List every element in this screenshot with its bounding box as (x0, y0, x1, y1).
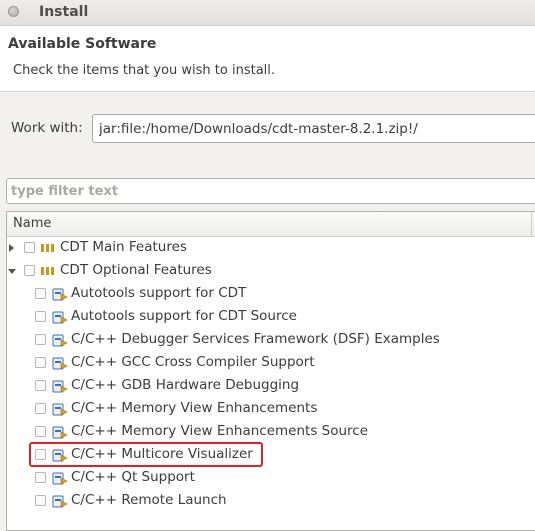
collapse-arrow-icon[interactable] (8, 269, 16, 274)
feature-label: C/C++ Memory View Enhancements (71, 400, 318, 416)
category-label: CDT Optional Features (60, 262, 212, 278)
page-title: Available Software (8, 36, 157, 52)
feature-row[interactable]: Autotools support for CDT (7, 283, 535, 306)
window-title: Install (39, 4, 89, 20)
column-separator (531, 212, 532, 236)
feature-label: C/C++ Debugger Services Framework (DSF) … (71, 331, 440, 347)
feature-plugin-icon (52, 472, 68, 485)
category-row[interactable]: CDT Optional Features (7, 260, 535, 283)
feature-label: Autotools support for CDT Source (71, 308, 297, 324)
feature-checkbox[interactable] (35, 426, 46, 437)
feature-checkbox[interactable] (35, 449, 46, 460)
feature-plugin-icon (52, 357, 68, 370)
column-header-label: Name (13, 216, 52, 231)
feature-plugin-icon (52, 334, 68, 347)
window-close-icon[interactable] (8, 6, 19, 17)
feature-checkbox[interactable] (35, 357, 46, 368)
feature-row[interactable]: C/C++ Qt Support (7, 467, 535, 490)
feature-plugin-icon (52, 311, 68, 324)
feature-plugin-icon (52, 403, 68, 416)
column-header-name[interactable]: Name (7, 212, 535, 237)
category-row[interactable]: CDT Main Features (7, 237, 535, 260)
feature-plugin-icon (52, 288, 68, 301)
feature-checkbox[interactable] (35, 334, 46, 345)
title-bar: Install (0, 0, 535, 26)
feature-plugin-icon (52, 449, 68, 462)
feature-row[interactable]: C/C++ Memory View Enhancements (7, 398, 535, 421)
category-label: CDT Main Features (60, 239, 187, 255)
page-description: Check the items that you wish to install… (13, 63, 276, 78)
feature-checkbox[interactable] (35, 472, 46, 483)
feature-row[interactable]: C/C++ Debugger Services Framework (DSF) … (7, 329, 535, 352)
expand-arrow-icon[interactable] (9, 244, 14, 252)
feature-label: C/C++ Qt Support (71, 469, 195, 485)
feature-plugin-icon (52, 380, 68, 393)
filter-input[interactable] (6, 178, 535, 204)
work-with-input[interactable] (92, 114, 535, 143)
feature-row[interactable]: C/C++ Remote Launch (7, 490, 535, 513)
category-icon (41, 244, 54, 252)
feature-row[interactable]: C/C++ Memory View Enhancements Source (7, 421, 535, 444)
feature-row[interactable]: C/C++ Multicore Visualizer (7, 444, 535, 467)
dialog-header: Available Software Check the items that … (0, 26, 535, 92)
feature-row[interactable]: Autotools support for CDT Source (7, 306, 535, 329)
category-checkbox[interactable] (24, 242, 35, 253)
feature-label: C/C++ Remote Launch (71, 492, 227, 508)
feature-checkbox[interactable] (35, 311, 46, 322)
feature-row[interactable]: C/C++ GDB Hardware Debugging (7, 375, 535, 398)
feature-checkbox[interactable] (35, 495, 46, 506)
work-with-label: Work with: (11, 120, 83, 136)
category-icon (41, 267, 54, 275)
feature-label: C/C++ Multicore Visualizer (71, 446, 253, 462)
feature-label: C/C++ GCC Cross Compiler Support (71, 354, 315, 370)
feature-checkbox[interactable] (35, 288, 46, 299)
feature-checkbox[interactable] (35, 380, 46, 391)
feature-label: C/C++ Memory View Enhancements Source (71, 423, 369, 439)
feature-label: C/C++ GDB Hardware Debugging (71, 377, 300, 393)
feature-row[interactable]: C/C++ GCC Cross Compiler Support (7, 352, 535, 375)
feature-plugin-icon (52, 426, 68, 439)
category-checkbox[interactable] (24, 265, 35, 276)
software-tree[interactable]: Name CDT Main Features CDT Optional Feat… (6, 211, 535, 531)
feature-checkbox[interactable] (35, 403, 46, 414)
feature-plugin-icon (52, 495, 68, 508)
feature-label: Autotools support for CDT (71, 285, 247, 301)
